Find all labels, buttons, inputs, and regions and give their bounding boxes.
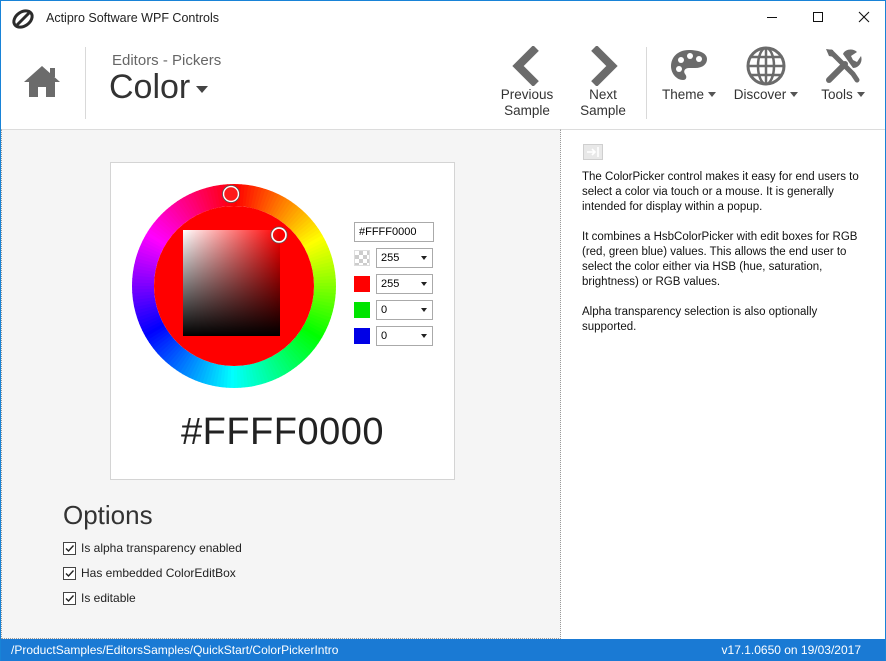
option-label: Is editable bbox=[81, 591, 136, 605]
blue-swatch bbox=[354, 328, 370, 344]
actipro-logo-icon bbox=[12, 9, 34, 29]
checkbox[interactable] bbox=[63, 541, 76, 555]
next-label-line1: Next bbox=[589, 87, 617, 102]
previous-label-line1: Previous bbox=[500, 87, 554, 102]
collapse-panel-icon[interactable] bbox=[583, 144, 603, 160]
minimize-button[interactable] bbox=[749, 1, 795, 33]
header-separator bbox=[646, 47, 647, 119]
next-label-line2: Sample bbox=[580, 103, 626, 118]
maximize-button[interactable] bbox=[795, 1, 841, 33]
home-button[interactable] bbox=[19, 61, 65, 101]
theme-label: Theme bbox=[661, 87, 705, 102]
red-channel-select[interactable]: 255 bbox=[376, 274, 433, 294]
option-embedded-coloreditbox[interactable]: Has embedded ColorEditBox bbox=[63, 566, 236, 580]
description-paragraph: Alpha transparency selection is also opt… bbox=[582, 306, 818, 333]
close-button[interactable] bbox=[841, 1, 886, 33]
option-label: Is alpha transparency enabled bbox=[81, 541, 242, 555]
chevron-down-icon bbox=[708, 92, 717, 97]
discover-menu-button[interactable]: Discover bbox=[729, 45, 803, 125]
blue-channel-select[interactable]: 0 bbox=[376, 326, 433, 346]
page-title-selector[interactable]: Color bbox=[109, 68, 209, 107]
option-label: Has embedded ColorEditBox bbox=[81, 566, 236, 580]
status-bar: /ProductSamples/EditorsSamples/QuickStar… bbox=[1, 639, 885, 661]
app-window: Actipro Software WPF Controls Editors - … bbox=[0, 0, 886, 661]
hex-color-input[interactable]: #FFFF0000 bbox=[354, 222, 434, 242]
color-picker: #FFFF0000 255 255 0 0 #FFFF0000 bbox=[110, 162, 455, 480]
options-heading: Options bbox=[63, 500, 153, 530]
tools-icon bbox=[826, 49, 862, 83]
chevron-down-icon bbox=[421, 256, 427, 260]
window-title: Actipro Software WPF Controls bbox=[46, 11, 219, 25]
sample-path: /ProductSamples/EditorsSamples/QuickStar… bbox=[11, 643, 339, 657]
description-paragraph: The ColorPicker control makes it easy fo… bbox=[582, 171, 859, 213]
chevron-right-icon bbox=[591, 46, 618, 86]
theme-menu-button[interactable]: Theme bbox=[657, 45, 721, 125]
header-separator bbox=[85, 47, 86, 119]
hsb-color-wheel[interactable] bbox=[131, 183, 337, 389]
green-channel-select[interactable]: 0 bbox=[376, 300, 433, 320]
next-sample-button[interactable]: Next Sample bbox=[573, 45, 633, 125]
red-channel-row: 255 bbox=[354, 274, 434, 294]
checkbox[interactable] bbox=[63, 591, 76, 605]
sample-content-panel: #FFFF0000 255 255 0 0 #FFFF0000 Options bbox=[1, 129, 561, 639]
green-swatch bbox=[354, 302, 370, 318]
blue-channel-row: 0 bbox=[354, 326, 434, 346]
home-icon bbox=[24, 66, 60, 97]
previous-sample-button[interactable]: Previous Sample bbox=[497, 45, 557, 125]
discover-label: Discover bbox=[733, 87, 787, 102]
version-info: v17.1.0650 on 19/03/2017 bbox=[721, 643, 861, 657]
chevron-left-icon bbox=[512, 46, 539, 86]
header-ribbon: Editors - Pickers Color Previous Sample … bbox=[1, 35, 885, 129]
breadcrumb: Editors - Pickers bbox=[112, 52, 222, 69]
alpha-channel-row: 255 bbox=[354, 248, 434, 268]
chevron-down-icon bbox=[421, 282, 427, 286]
option-alpha-transparency[interactable]: Is alpha transparency enabled bbox=[63, 541, 242, 555]
tools-menu-button[interactable]: Tools bbox=[813, 45, 873, 125]
maximize-icon bbox=[813, 12, 823, 22]
chevron-down-icon bbox=[421, 334, 427, 338]
color-hex-display: #FFFF0000 bbox=[180, 411, 385, 453]
close-icon bbox=[858, 11, 870, 23]
palette-icon bbox=[671, 50, 707, 80]
tools-label: Tools bbox=[821, 87, 853, 102]
page-title: Color bbox=[109, 68, 191, 106]
description-panel: The ColorPicker control makes it easy fo… bbox=[561, 129, 885, 639]
hue-selector-handle[interactable] bbox=[222, 185, 240, 203]
previous-label-line2: Sample bbox=[504, 103, 550, 118]
checkmark-icon bbox=[65, 544, 75, 552]
green-channel-row: 0 bbox=[354, 300, 434, 320]
minimize-icon bbox=[767, 17, 777, 18]
chevron-down-icon bbox=[856, 92, 865, 97]
title-bar: Actipro Software WPF Controls bbox=[1, 1, 885, 35]
checkbox[interactable] bbox=[63, 566, 76, 580]
chevron-down-icon bbox=[790, 92, 799, 97]
checkmark-icon bbox=[65, 594, 75, 602]
sample-description: The ColorPicker control makes it easy fo… bbox=[582, 170, 872, 350]
alpha-swatch bbox=[354, 250, 370, 266]
alpha-channel-select[interactable]: 255 bbox=[376, 248, 433, 268]
globe-icon bbox=[746, 46, 786, 86]
red-swatch bbox=[354, 276, 370, 292]
option-is-editable[interactable]: Is editable bbox=[63, 591, 136, 605]
chevron-down-icon bbox=[421, 308, 427, 312]
description-paragraph: It combines a HsbColorPicker with edit b… bbox=[582, 231, 858, 288]
checkmark-icon bbox=[65, 569, 75, 577]
chevron-down-icon bbox=[196, 85, 209, 93]
